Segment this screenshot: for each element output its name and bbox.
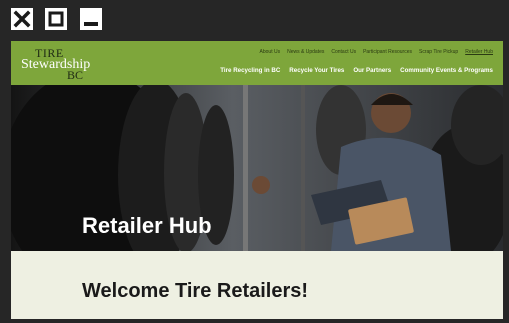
utility-nav: About Us News & Updates Contact Us Parti… xyxy=(260,49,493,55)
util-link-contact-us[interactable]: Contact Us xyxy=(331,49,356,55)
logo-line-3: BC xyxy=(67,68,84,82)
minimize-icon[interactable] xyxy=(80,8,102,30)
util-link-retailer-hub[interactable]: Retailer Hub xyxy=(465,49,493,55)
site-logo[interactable]: TIRE Stewardship BC xyxy=(21,46,113,82)
nav-tire-recycling-in-bc[interactable]: Tire Recycling in BC xyxy=(220,67,280,74)
maximize-icon[interactable] xyxy=(45,8,67,30)
welcome-section: Welcome Tire Retailers! xyxy=(11,251,503,319)
hero-banner: Retailer Hub xyxy=(11,85,503,251)
window-titlebar xyxy=(0,0,509,38)
close-icon[interactable] xyxy=(11,8,33,30)
browser-viewport: TIRE Stewardship BC About Us News & Upda… xyxy=(11,41,503,319)
util-link-scrap-tire-pickup[interactable]: Scrap Tire Pickup xyxy=(419,49,458,55)
nav-recycle-your-tires[interactable]: Recycle Your Tires xyxy=(289,67,344,74)
nav-our-partners[interactable]: Our Partners xyxy=(353,67,391,74)
nav-community-events-programs[interactable]: Community Events & Programs xyxy=(400,67,493,74)
util-link-news-updates[interactable]: News & Updates xyxy=(287,49,324,55)
main-nav: Tire Recycling in BC Recycle Your Tires … xyxy=(220,67,493,74)
util-link-participant-resources[interactable]: Participant Resources xyxy=(363,49,412,55)
hero-title: Retailer Hub xyxy=(82,213,212,238)
site-header: TIRE Stewardship BC About Us News & Upda… xyxy=(11,41,503,85)
util-link-about-us[interactable]: About Us xyxy=(260,49,281,55)
welcome-heading: Welcome Tire Retailers! xyxy=(82,280,309,302)
